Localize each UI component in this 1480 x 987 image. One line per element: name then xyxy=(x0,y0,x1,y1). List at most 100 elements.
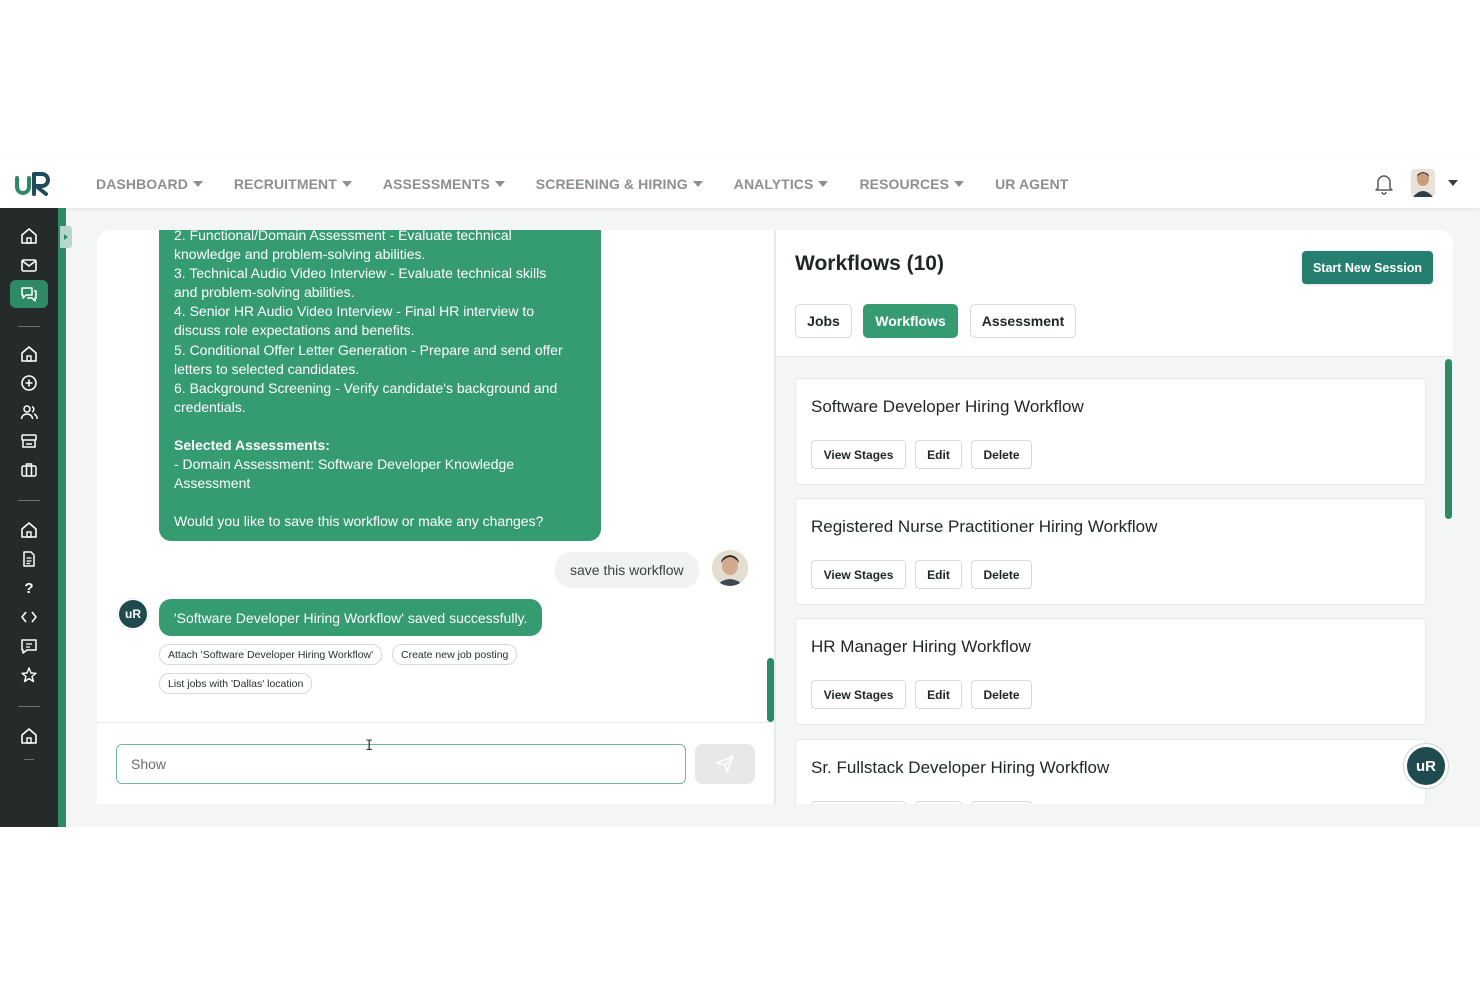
chat-icon[interactable] xyxy=(18,283,40,305)
user-menu-caret-icon[interactable] xyxy=(1448,180,1458,186)
bell-icon[interactable] xyxy=(1374,173,1394,195)
nav-analytics[interactable]: ANALYTICS xyxy=(734,176,829,192)
caret-down-icon xyxy=(192,181,203,187)
assessments-heading: Selected Assessments: xyxy=(174,436,330,453)
document-icon[interactable] xyxy=(18,548,40,570)
code-icon[interactable] xyxy=(18,606,40,628)
home-icon[interactable] xyxy=(18,519,40,541)
message-square-icon[interactable] xyxy=(18,635,40,657)
delete-button[interactable]: Delete xyxy=(971,440,1032,469)
nav-resources[interactable]: RESOURCES xyxy=(859,176,965,192)
delete-button[interactable]: Delete xyxy=(971,801,1032,804)
agent-workflow-summary-bubble: 2. Functional/Domain Assessment - Evalua… xyxy=(159,230,601,541)
ur-agent-floating-button[interactable]: uR xyxy=(1404,744,1448,788)
tab-assessment[interactable]: Assessment xyxy=(970,304,1076,338)
workflow-name: Sr. Fullstack Developer Hiring Workflow xyxy=(811,758,1110,777)
view-stages-button[interactable]: View Stages xyxy=(811,560,906,589)
sidebar-divider xyxy=(18,326,40,327)
nav-dashboard[interactable]: DASHBOARD xyxy=(96,176,203,192)
workflow-list: Software Developer Hiring Workflow View … xyxy=(776,357,1453,804)
message-line: 2. Functional/Domain Assessment - Evalua… xyxy=(174,230,512,243)
message-line: discuss role expectations and benefits. xyxy=(174,322,415,339)
tab-workflows[interactable]: Workflows xyxy=(863,304,958,338)
workflow-name: Registered Nurse Practitioner Hiring Wor… xyxy=(811,517,1158,536)
user-avatar[interactable] xyxy=(1411,169,1435,197)
chat-panel: 2. Functional/Domain Assessment - Evalua… xyxy=(97,230,774,804)
plus-circle-icon[interactable] xyxy=(18,372,40,394)
caret-down-icon xyxy=(954,181,965,187)
users-icon[interactable] xyxy=(18,401,40,423)
delete-button[interactable]: Delete xyxy=(971,560,1032,589)
user-chat-avatar xyxy=(712,550,748,586)
view-stages-button[interactable]: View Stages xyxy=(811,680,906,709)
chat-scrollbar[interactable] xyxy=(767,658,774,722)
suggestion-chip[interactable]: Attach 'Software Developer Hiring Workfl… xyxy=(159,644,383,665)
ur-logo[interactable] xyxy=(14,168,54,200)
star-icon[interactable] xyxy=(18,664,40,686)
nav-menu: DASHBOARD RECRUITMENT ASSESSMENTS SCREEN… xyxy=(96,160,1099,208)
workflow-card: HR Manager Hiring Workflow View Stages E… xyxy=(795,618,1426,725)
message-line: 6. Background Screening - Verify candida… xyxy=(174,379,558,396)
home-icon[interactable] xyxy=(18,225,40,247)
workflow-name: Software Developer Hiring Workflow xyxy=(811,397,1084,416)
send-icon xyxy=(716,755,734,773)
send-button[interactable] xyxy=(695,744,755,784)
edit-button[interactable]: Edit xyxy=(915,560,962,589)
caret-down-icon xyxy=(692,181,703,187)
message-line: 4. Senior HR Audio Video Interview - Fin… xyxy=(174,303,535,320)
workflow-card: Software Developer Hiring Workflow View … xyxy=(795,378,1426,485)
message-line: knowledge and problem-solving abilities. xyxy=(174,246,426,263)
message-line: 5. Conditional Offer Letter Generation -… xyxy=(174,341,563,358)
sidebar-divider xyxy=(18,500,40,501)
view-stages-button[interactable]: View Stages xyxy=(811,801,906,804)
sidebar-accent-bar xyxy=(58,208,66,827)
edit-button[interactable]: Edit xyxy=(915,680,962,709)
message-line: - Domain Assessment: Software Developer … xyxy=(174,456,515,473)
inbox-icon[interactable] xyxy=(18,430,40,452)
nav-screening-hiring[interactable]: SCREENING & HIRING xyxy=(536,176,703,192)
text-cursor-icon: I xyxy=(365,738,374,754)
message-line: and problem-solving abilities. xyxy=(174,284,355,301)
sidebar-toggle-icon[interactable] xyxy=(60,226,72,248)
message-line: Assessment xyxy=(174,475,251,492)
home-icon[interactable] xyxy=(18,725,40,747)
delete-button[interactable]: Delete xyxy=(971,680,1032,709)
sidebar-divider xyxy=(24,759,34,760)
nav-recruitment[interactable]: RECRUITMENT xyxy=(234,176,352,192)
message-line: letters to selected candidates. xyxy=(174,360,360,377)
home-icon[interactable] xyxy=(18,343,40,365)
message-question: Would you like to save this workflow or … xyxy=(174,513,544,530)
agent-avatar-label: uR xyxy=(125,607,141,621)
chat-divider xyxy=(97,722,774,723)
nav-ur-agent[interactable]: UR AGENT xyxy=(995,176,1068,192)
floating-button-label: uR xyxy=(1416,758,1436,775)
view-stages-button[interactable]: View Stages xyxy=(811,440,906,469)
question-icon[interactable]: ? xyxy=(18,577,40,599)
edit-button[interactable]: Edit xyxy=(915,801,962,804)
workflows-panel: Workflows (10) Start New Session Jobs Wo… xyxy=(776,230,1453,804)
tab-jobs[interactable]: Jobs xyxy=(795,304,852,338)
sidebar: ? xyxy=(0,208,72,827)
message-line: credentials. xyxy=(174,398,246,415)
workflow-card: Sr. Fullstack Developer Hiring Workflow … xyxy=(795,739,1426,804)
mail-icon[interactable] xyxy=(18,254,40,276)
start-new-session-button[interactable]: Start New Session xyxy=(1302,251,1433,284)
agent-reply-bubble: 'Software Developer Hiring Workflow' sav… xyxy=(159,599,543,636)
chat-input[interactable]: Show xyxy=(116,744,686,784)
workflows-scrollbar[interactable] xyxy=(1445,359,1452,519)
suggestion-chip[interactable]: List jobs with 'Dallas' location xyxy=(159,673,313,694)
sidebar-divider xyxy=(18,706,40,707)
workflow-name: HR Manager Hiring Workflow xyxy=(811,637,1031,656)
workflow-card: Registered Nurse Practitioner Hiring Wor… xyxy=(795,498,1426,605)
caret-down-icon xyxy=(818,181,829,187)
edit-button[interactable]: Edit xyxy=(915,440,962,469)
caret-down-icon xyxy=(341,181,352,187)
top-nav: DASHBOARD RECRUITMENT ASSESSMENTS SCREEN… xyxy=(0,160,1480,208)
page-title: Workflows (10) xyxy=(795,252,944,275)
nav-assessments[interactable]: ASSESSMENTS xyxy=(383,176,505,192)
caret-down-icon xyxy=(494,181,505,187)
agent-avatar: uR xyxy=(117,598,149,630)
suggestion-chip[interactable]: Create new job posting xyxy=(392,644,518,665)
message-line: 3. Technical Audio Video Interview - Eva… xyxy=(174,265,547,282)
briefcase-icon[interactable] xyxy=(18,459,40,481)
